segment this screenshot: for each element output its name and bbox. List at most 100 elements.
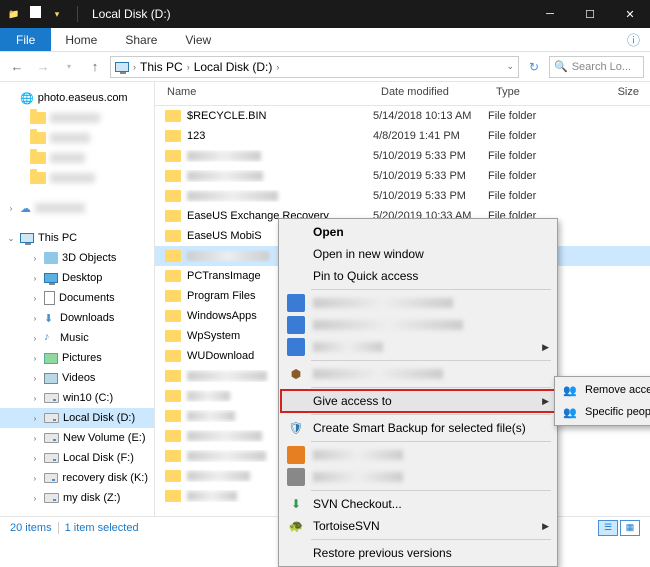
column-type[interactable]: Type bbox=[488, 82, 578, 105]
menu-svn-checkout[interactable]: ⬇SVN Checkout... bbox=[281, 493, 555, 515]
file-name: EaseUS MobiS bbox=[187, 230, 262, 242]
sidebar-quick-site[interactable]: 🌐photo.easeus.com bbox=[0, 88, 154, 108]
sidebar-item-pictures[interactable]: ›Pictures bbox=[0, 348, 154, 368]
forward-button[interactable]: → bbox=[32, 56, 54, 78]
menu-pin-quick-access[interactable]: Pin to Quick access bbox=[281, 265, 555, 287]
maximize-button[interactable]: ☐ bbox=[570, 0, 610, 28]
file-row[interactable]: 5/10/2019 5:33 PMFile folder bbox=[155, 146, 650, 166]
sidebar-item[interactable]: ›☁ bbox=[0, 198, 154, 218]
search-icon: 🔍 bbox=[554, 60, 568, 73]
sidebar-item[interactable] bbox=[0, 108, 154, 128]
menu-open-new-window[interactable]: Open in new window bbox=[281, 243, 555, 265]
file-row[interactable]: 5/10/2019 5:33 PMFile folder bbox=[155, 186, 650, 206]
file-row[interactable]: 1234/8/2019 1:41 PMFile folder bbox=[155, 126, 650, 146]
breadcrumb[interactable]: › This PC › Local Disk (D:) › ⌄ bbox=[110, 56, 519, 78]
sidebar-item[interactable] bbox=[0, 128, 154, 148]
window-title: Local Disk (D:) bbox=[92, 7, 171, 21]
file-date: 5/14/2018 10:13 AM bbox=[373, 110, 488, 122]
column-size[interactable]: Size bbox=[578, 82, 650, 105]
chevron-right-icon: ▶ bbox=[542, 342, 549, 353]
sidebar-item-videos[interactable]: ›Videos bbox=[0, 368, 154, 388]
folder-icon bbox=[165, 290, 181, 302]
history-dropdown[interactable]: ▾ bbox=[58, 56, 80, 78]
sidebar-item-documents[interactable]: ›Documents bbox=[0, 288, 154, 308]
close-button[interactable]: ✕ bbox=[610, 0, 650, 28]
sidebar-item-drive-f[interactable]: ›Local Disk (F:) bbox=[0, 448, 154, 468]
view-details-button[interactable]: ☰ bbox=[598, 520, 618, 536]
back-button[interactable]: ← bbox=[6, 56, 28, 78]
menu-item-blurred[interactable] bbox=[281, 292, 555, 314]
menu-restore-versions[interactable]: Restore previous versions bbox=[281, 542, 555, 564]
search-placeholder: Search Lo... bbox=[572, 61, 631, 73]
menu-item-blurred[interactable]: ⬢ bbox=[281, 363, 555, 385]
sidebar-item-drive-e[interactable]: ›New Volume (E:) bbox=[0, 428, 154, 448]
folder-icon bbox=[165, 370, 181, 382]
remove-access-icon: 👥 bbox=[562, 382, 578, 398]
menu-item-blurred[interactable] bbox=[281, 466, 555, 488]
file-date: 5/10/2019 5:33 PM bbox=[373, 170, 488, 182]
submenu-specific-people[interactable]: 👥Specific people... bbox=[557, 401, 650, 423]
file-name: Program Files bbox=[187, 290, 255, 302]
sidebar-item-downloads[interactable]: ›⬇Downloads bbox=[0, 308, 154, 328]
menu-item-blurred[interactable] bbox=[281, 444, 555, 466]
folder-icon bbox=[165, 170, 181, 182]
file-row[interactable]: 5/10/2019 5:33 PMFile folder bbox=[155, 166, 650, 186]
breadcrumb-this-pc[interactable]: This PC bbox=[140, 60, 183, 74]
tab-share[interactable]: Share bbox=[111, 28, 171, 51]
tab-file[interactable]: File bbox=[0, 28, 51, 51]
menu-tortoise-svn[interactable]: 🐢TortoiseSVN▶ bbox=[281, 515, 555, 537]
file-type: File folder bbox=[488, 190, 578, 202]
minimize-button[interactable]: ─ bbox=[530, 0, 570, 28]
chevron-right-icon: › bbox=[187, 62, 190, 72]
tab-view[interactable]: View bbox=[171, 28, 225, 51]
column-name[interactable]: Name bbox=[155, 82, 373, 105]
file-type: File folder bbox=[488, 170, 578, 182]
hex-icon: ⬢ bbox=[287, 365, 305, 383]
folder-icon bbox=[165, 210, 181, 222]
column-headers: Name Date modified Type Size bbox=[155, 82, 650, 106]
refresh-button[interactable]: ↻ bbox=[523, 60, 545, 74]
file-date: 5/10/2019 5:33 PM bbox=[373, 150, 488, 162]
sidebar-item[interactable] bbox=[0, 148, 154, 168]
sidebar-item-3d-objects[interactable]: ›3D Objects bbox=[0, 248, 154, 268]
titlebar: 📁 ▾ Local Disk (D:) ─ ☐ ✕ bbox=[0, 0, 650, 28]
menu-smart-backup[interactable]: 🛡Create Smart Backup for selected file(s… bbox=[281, 417, 555, 439]
sidebar-item[interactable] bbox=[0, 168, 154, 188]
file-name: WUDownload bbox=[187, 350, 254, 362]
context-menu: Open Open in new window Pin to Quick acc… bbox=[278, 218, 558, 567]
sidebar-this-pc[interactable]: ⌄This PC bbox=[0, 228, 154, 248]
submenu-remove-access[interactable]: 👥Remove access bbox=[557, 379, 650, 401]
sidebar-item-music[interactable]: ›♪Music bbox=[0, 328, 154, 348]
folder-icon bbox=[165, 490, 181, 502]
search-input[interactable]: 🔍 Search Lo... bbox=[549, 56, 644, 78]
up-button[interactable]: ↑ bbox=[84, 56, 106, 78]
menu-item-blurred[interactable] bbox=[281, 314, 555, 336]
view-icons-button[interactable]: ▦ bbox=[620, 520, 640, 536]
tab-home[interactable]: Home bbox=[51, 28, 111, 51]
folder-icon bbox=[165, 430, 181, 442]
folder-icon bbox=[165, 250, 181, 262]
sidebar-item-drive-k[interactable]: ›recovery disk (K:) bbox=[0, 468, 154, 488]
file-date: 4/8/2019 1:41 PM bbox=[373, 130, 488, 142]
app-icon bbox=[287, 468, 305, 486]
status-selected-count: 1 item selected bbox=[65, 522, 139, 534]
sidebar-item-desktop[interactable]: ›Desktop bbox=[0, 268, 154, 288]
menu-give-access-to[interactable]: Give access to▶ bbox=[281, 390, 555, 412]
sidebar: 🌐photo.easeus.com ›☁ ⌄This PC ›3D Object… bbox=[0, 82, 155, 518]
folder-icon bbox=[165, 330, 181, 342]
sidebar-item-drive-d[interactable]: ›Local Disk (D:) bbox=[0, 408, 154, 428]
help-icon[interactable]: ⓘ bbox=[617, 28, 650, 51]
folder-icon bbox=[165, 130, 181, 142]
status-item-count: 20 items bbox=[10, 522, 52, 534]
menu-item-blurred[interactable]: ▶ bbox=[281, 336, 555, 358]
address-dropdown[interactable]: ⌄ bbox=[506, 61, 514, 72]
menu-open[interactable]: Open bbox=[281, 221, 555, 243]
dropdown-icon[interactable]: ▾ bbox=[49, 6, 65, 22]
sidebar-item-drive-c[interactable]: ›win10 (C:) bbox=[0, 388, 154, 408]
column-date[interactable]: Date modified bbox=[373, 82, 488, 105]
chevron-right-icon: › bbox=[276, 62, 279, 72]
file-row[interactable]: $RECYCLE.BIN5/14/2018 10:13 AMFile folde… bbox=[155, 106, 650, 126]
pc-icon bbox=[115, 62, 129, 72]
breadcrumb-location[interactable]: Local Disk (D:) bbox=[194, 60, 273, 74]
sidebar-item-drive-z[interactable]: ›my disk (Z:) bbox=[0, 488, 154, 508]
